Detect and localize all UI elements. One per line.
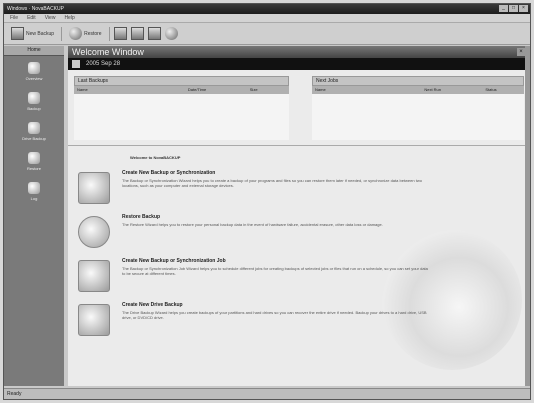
- next-jobs-columns: Name Next Run Status: [312, 86, 524, 94]
- status-bar: Ready: [4, 388, 530, 399]
- log-icon: [28, 182, 40, 194]
- app-window: Windows · NovaBACKUP _ □ × File Edit Vie…: [3, 3, 531, 400]
- drive-backup-wizard-icon[interactable]: [78, 304, 110, 336]
- task-new-backup[interactable]: Create New Backup or Synchronization The…: [76, 168, 436, 206]
- menu-view[interactable]: View: [45, 14, 56, 22]
- restore-button[interactable]: Restore: [66, 25, 105, 42]
- maximize-button[interactable]: □: [509, 5, 518, 12]
- help-icon[interactable]: [164, 27, 178, 40]
- overview-icon: [28, 62, 40, 74]
- panel-title: Welcome Window: [72, 47, 144, 57]
- backup-wizard-icon[interactable]: [78, 172, 110, 204]
- sidebar-item-label: Log: [30, 196, 38, 201]
- sidebar: Home Overview Backup Drive Backup Restor…: [4, 46, 64, 386]
- minimize-button[interactable]: _: [499, 5, 508, 12]
- summary-panels: Last Backups Name Date/Time Size Next Jo…: [68, 70, 528, 146]
- calendar-icon: [72, 60, 80, 68]
- title-bar: Windows · NovaBACKUP _ □ ×: [4, 4, 530, 14]
- restore-label: Restore: [84, 30, 102, 37]
- sidebar-item-label: Drive Backup: [22, 136, 46, 141]
- main-panel: Welcome Window × 2005 Sep 28 Last Backup…: [68, 46, 528, 386]
- sidebar-item-drive-backup[interactable]: Drive Backup: [4, 122, 64, 146]
- task-new-drive-backup[interactable]: Create New Drive Backup The Drive Backup…: [76, 300, 436, 338]
- column-header[interactable]: Status: [482, 86, 524, 94]
- task-restore-backup[interactable]: Restore Backup The Restore Wizard helps …: [76, 212, 436, 250]
- menu-help[interactable]: Help: [64, 14, 74, 22]
- next-jobs-panel: Next Jobs Name Next Run Status: [312, 76, 524, 140]
- menu-edit[interactable]: Edit: [27, 14, 36, 22]
- sidebar-item-restore[interactable]: Restore: [4, 152, 64, 176]
- sidebar-item-label: Backup: [27, 106, 41, 111]
- schedule-icon[interactable]: [147, 27, 161, 40]
- task-new-backup-job[interactable]: Create New Backup or Synchronization Job…: [76, 256, 436, 294]
- task-title[interactable]: Restore Backup: [122, 214, 160, 220]
- new-backup-button[interactable]: New Backup: [8, 25, 57, 42]
- task-title[interactable]: Create New Backup or Synchronization Job: [122, 258, 226, 264]
- menu-bar: File Edit View Help: [4, 14, 530, 23]
- status-text: Ready: [7, 391, 22, 397]
- drive-backup-icon: [28, 122, 40, 134]
- job-wizard-icon[interactable]: [78, 260, 110, 292]
- window-edge: [525, 46, 530, 386]
- column-header[interactable]: Next Run: [421, 86, 482, 94]
- column-header[interactable]: Size: [247, 86, 289, 94]
- sidebar-item-label: Overview: [25, 76, 43, 81]
- last-backups-header: Last Backups: [74, 76, 289, 86]
- task-description: The Restore Wizard helps you to restore …: [122, 222, 383, 227]
- sidebar-header[interactable]: Home: [4, 46, 64, 56]
- sidebar-item-backup[interactable]: Backup: [4, 92, 64, 116]
- sidebar-item-overview[interactable]: Overview: [4, 62, 64, 86]
- task-description: The Backup or Synchronization Job Wizard…: [122, 266, 428, 276]
- last-backups-columns: Name Date/Time Size: [74, 86, 289, 94]
- current-date: 2005 Sep 28: [86, 61, 121, 67]
- close-panel-icon[interactable]: ×: [517, 48, 525, 56]
- toolbar-separator: [61, 26, 63, 41]
- toolbar: New Backup Restore: [4, 23, 530, 45]
- last-backups-panel: Last Backups Name Date/Time Size: [74, 76, 289, 140]
- window-title: Windows · NovaBACKUP: [7, 6, 64, 12]
- restore-icon: [69, 27, 83, 40]
- next-jobs-header: Next Jobs: [312, 76, 524, 86]
- sidebar-item-log[interactable]: Log: [4, 182, 64, 206]
- toolbar-separator: [108, 26, 110, 41]
- backup-icon: [28, 92, 40, 104]
- new-backup-label: New Backup: [26, 30, 55, 37]
- task-description: The Backup or Synchronization Wizard hel…: [122, 178, 422, 188]
- restore-wizard-icon[interactable]: [78, 216, 110, 248]
- panel-title-bar: Welcome Window ×: [68, 46, 528, 58]
- task-title[interactable]: Create New Backup or Synchronization: [122, 170, 215, 176]
- menu-file[interactable]: File: [10, 14, 18, 22]
- column-header[interactable]: Name: [312, 86, 421, 94]
- date-bar: 2005 Sep 28: [68, 58, 528, 70]
- task-title[interactable]: Create New Drive Backup: [122, 302, 183, 308]
- task-description: The Drive Backup Wizard helps you create…: [122, 310, 427, 320]
- welcome-area: Welcome to NovaBACKUP Create New Backup …: [68, 146, 528, 376]
- settings-icon[interactable]: [113, 27, 127, 40]
- sidebar-item-label: Restore: [26, 166, 41, 171]
- restore-icon: [28, 152, 40, 164]
- welcome-heading: Welcome to NovaBACKUP: [130, 155, 181, 160]
- backup-icon: [11, 27, 24, 40]
- column-header[interactable]: Name: [74, 86, 185, 94]
- column-header[interactable]: Date/Time: [185, 86, 247, 94]
- close-button[interactable]: ×: [519, 5, 528, 12]
- tools-icon[interactable]: [130, 27, 144, 40]
